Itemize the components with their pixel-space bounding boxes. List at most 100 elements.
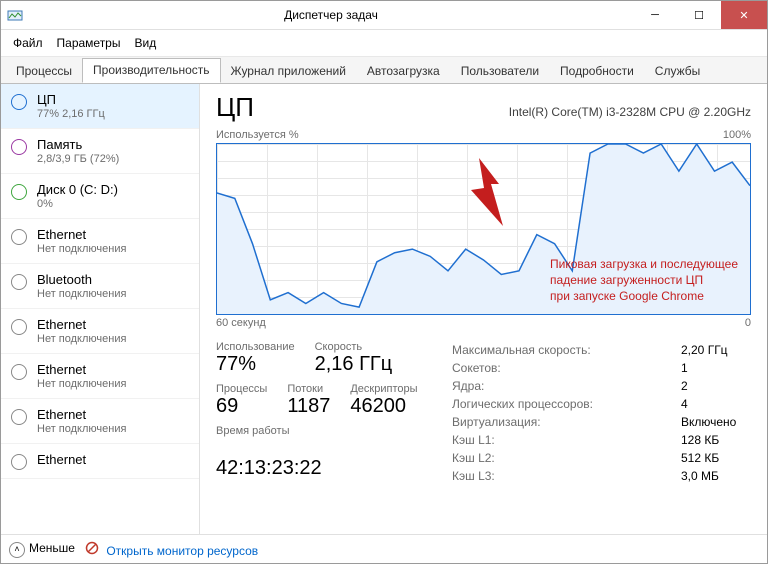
uptime-value: 42:13:23:22 bbox=[216, 457, 432, 480]
sidebar-item-sub: Нет подключения bbox=[37, 288, 126, 300]
annotation-text: Пиковая загрузка и последующеепадение за… bbox=[550, 256, 738, 305]
minimize-button[interactable]: ─ bbox=[633, 1, 677, 29]
sidebar-item-5[interactable]: EthernetНет подключения bbox=[1, 309, 199, 354]
handles-label: Дескрипторы bbox=[350, 383, 417, 395]
chevron-up-icon: ˄ bbox=[9, 542, 25, 558]
chart-top-labels: Используется % 100% bbox=[216, 129, 751, 141]
sidebar-item-name: Bluetooth bbox=[37, 272, 126, 287]
sidebar-list[interactable]: ЦП77% 2,16 ГГцПамять2,8/3,9 ГБ (72%)Диск… bbox=[1, 84, 199, 534]
open-resource-monitor-link[interactable]: Открыть монитор ресурсов bbox=[85, 541, 258, 558]
status-ring-icon bbox=[11, 94, 27, 110]
cores-label: Ядра: bbox=[452, 379, 681, 393]
resource-monitor-icon bbox=[85, 541, 99, 555]
cpu-usage-chart: Пиковая загрузка и последующеепадение за… bbox=[216, 143, 751, 315]
stats-right: Максимальная скорость:2,20 ГГц Сокетов:1… bbox=[452, 341, 751, 530]
l2-value: 512 КБ bbox=[681, 451, 751, 465]
chart-top-right-label: 100% bbox=[723, 129, 751, 141]
sidebar-item-name: Ethernet bbox=[37, 317, 126, 332]
util-value: 77% bbox=[216, 353, 295, 376]
l1-value: 128 КБ bbox=[681, 433, 751, 447]
sidebar-item-1[interactable]: Память2,8/3,9 ГБ (72%) bbox=[1, 129, 199, 174]
sidebar-item-sub: 77% 2,16 ГГц bbox=[37, 108, 105, 120]
l1-label: Кэш L1: bbox=[452, 433, 681, 447]
tab-performance[interactable]: Производительность bbox=[82, 58, 220, 83]
max-speed-label: Максимальная скорость: bbox=[452, 343, 681, 357]
sidebar-item-6[interactable]: EthernetНет подключения bbox=[1, 354, 199, 399]
status-ring-icon bbox=[11, 139, 27, 155]
tab-details[interactable]: Подробности bbox=[549, 59, 645, 83]
proc-value: 69 bbox=[216, 395, 267, 418]
l2-label: Кэш L2: bbox=[452, 451, 681, 465]
task-manager-window: Диспетчер задач ─ ☐ ✕ Файл Параметры Вид… bbox=[0, 0, 768, 564]
detail-header: ЦП Intel(R) Core(TM) i3-2328M CPU @ 2.20… bbox=[216, 92, 751, 123]
virt-value: Включено bbox=[681, 415, 751, 429]
close-button[interactable]: ✕ bbox=[721, 1, 767, 29]
sidebar-item-name: Ethernet bbox=[37, 227, 126, 242]
virt-label: Виртуализация: bbox=[452, 415, 681, 429]
sidebar-item-name: ЦП bbox=[37, 92, 105, 107]
titlebar[interactable]: Диспетчер задач ─ ☐ ✕ bbox=[1, 1, 767, 30]
detail-title: ЦП bbox=[216, 92, 254, 123]
sidebar-item-sub: 0% bbox=[37, 198, 118, 210]
speed-value: 2,16 ГГц bbox=[315, 353, 393, 376]
sidebar-item-name: Диск 0 (C: D:) bbox=[37, 182, 118, 197]
threads-value: 1187 bbox=[287, 395, 330, 418]
l3-label: Кэш L3: bbox=[452, 469, 681, 483]
sidebar-item-0[interactable]: ЦП77% 2,16 ГГц bbox=[1, 84, 199, 129]
footer: ˄Меньше Открыть монитор ресурсов bbox=[1, 534, 767, 563]
tab-services[interactable]: Службы bbox=[644, 59, 711, 83]
detail-panel: ЦП Intel(R) Core(TM) i3-2328M CPU @ 2.20… bbox=[200, 84, 767, 534]
window-title: Диспетчер задач bbox=[29, 8, 633, 22]
status-ring-icon bbox=[11, 319, 27, 335]
util-label: Использование bbox=[216, 341, 295, 353]
stats-left: Использование 77% Скорость 2,16 ГГц Проц… bbox=[216, 341, 432, 530]
sidebar-item-sub: Нет подключения bbox=[37, 423, 126, 435]
speed-label: Скорость bbox=[315, 341, 393, 353]
tab-app-history[interactable]: Журнал приложений bbox=[220, 59, 357, 83]
sidebar-item-sub: Нет подключения bbox=[37, 333, 126, 345]
sidebar-item-7[interactable]: EthernetНет подключения bbox=[1, 399, 199, 444]
status-ring-icon bbox=[11, 454, 27, 470]
stats-area: Использование 77% Скорость 2,16 ГГц Проц… bbox=[216, 341, 751, 530]
handles-value: 46200 bbox=[350, 395, 417, 418]
chart-bottom-labels: 60 секунд 0 bbox=[216, 317, 751, 329]
chart-bottom-right-label: 0 bbox=[745, 317, 751, 329]
menu-view[interactable]: Вид bbox=[128, 34, 162, 52]
maximize-button[interactable]: ☐ bbox=[677, 1, 721, 29]
menubar: Файл Параметры Вид bbox=[1, 30, 767, 57]
annotation-arrow-icon bbox=[471, 158, 505, 228]
proc-label: Процессы bbox=[216, 383, 267, 395]
sidebar-item-8[interactable]: Ethernet bbox=[1, 444, 199, 479]
max-speed-value: 2,20 ГГц bbox=[681, 343, 751, 357]
tabbar: Процессы Производительность Журнал прило… bbox=[1, 57, 767, 84]
sidebar-item-sub: 2,8/3,9 ГБ (72%) bbox=[37, 153, 119, 165]
sidebar-item-4[interactable]: BluetoothНет подключения bbox=[1, 264, 199, 309]
uptime-label: Время работы bbox=[216, 425, 432, 437]
status-ring-icon bbox=[11, 229, 27, 245]
app-icon bbox=[7, 7, 23, 23]
cpu-model: Intel(R) Core(TM) i3-2328M CPU @ 2.20GHz bbox=[270, 105, 751, 119]
window-controls: ─ ☐ ✕ bbox=[633, 1, 767, 29]
sockets-label: Сокетов: bbox=[452, 361, 681, 375]
tab-users[interactable]: Пользователи bbox=[450, 59, 550, 83]
tab-processes[interactable]: Процессы bbox=[5, 59, 83, 83]
fewer-details-button[interactable]: ˄Меньше bbox=[9, 541, 75, 558]
sidebar-item-name: Память bbox=[37, 137, 119, 152]
chart-top-left-label: Используется % bbox=[216, 129, 299, 141]
chart-bottom-left-label: 60 секунд bbox=[216, 317, 266, 329]
lprocs-label: Логических процессоров: bbox=[452, 397, 681, 411]
menu-options[interactable]: Параметры bbox=[51, 34, 127, 52]
cores-value: 2 bbox=[681, 379, 751, 393]
sidebar-item-3[interactable]: EthernetНет подключения bbox=[1, 219, 199, 264]
threads-label: Потоки bbox=[287, 383, 330, 395]
lprocs-value: 4 bbox=[681, 397, 751, 411]
sidebar-item-sub: Нет подключения bbox=[37, 378, 126, 390]
menu-file[interactable]: Файл bbox=[7, 34, 49, 52]
sidebar-item-sub: Нет подключения bbox=[37, 243, 126, 255]
status-ring-icon bbox=[11, 184, 27, 200]
sockets-value: 1 bbox=[681, 361, 751, 375]
sidebar-item-2[interactable]: Диск 0 (C: D:)0% bbox=[1, 174, 199, 219]
sidebar-item-name: Ethernet bbox=[37, 362, 126, 377]
content-body: ЦП77% 2,16 ГГцПамять2,8/3,9 ГБ (72%)Диск… bbox=[1, 84, 767, 534]
tab-startup[interactable]: Автозагрузка bbox=[356, 59, 451, 83]
